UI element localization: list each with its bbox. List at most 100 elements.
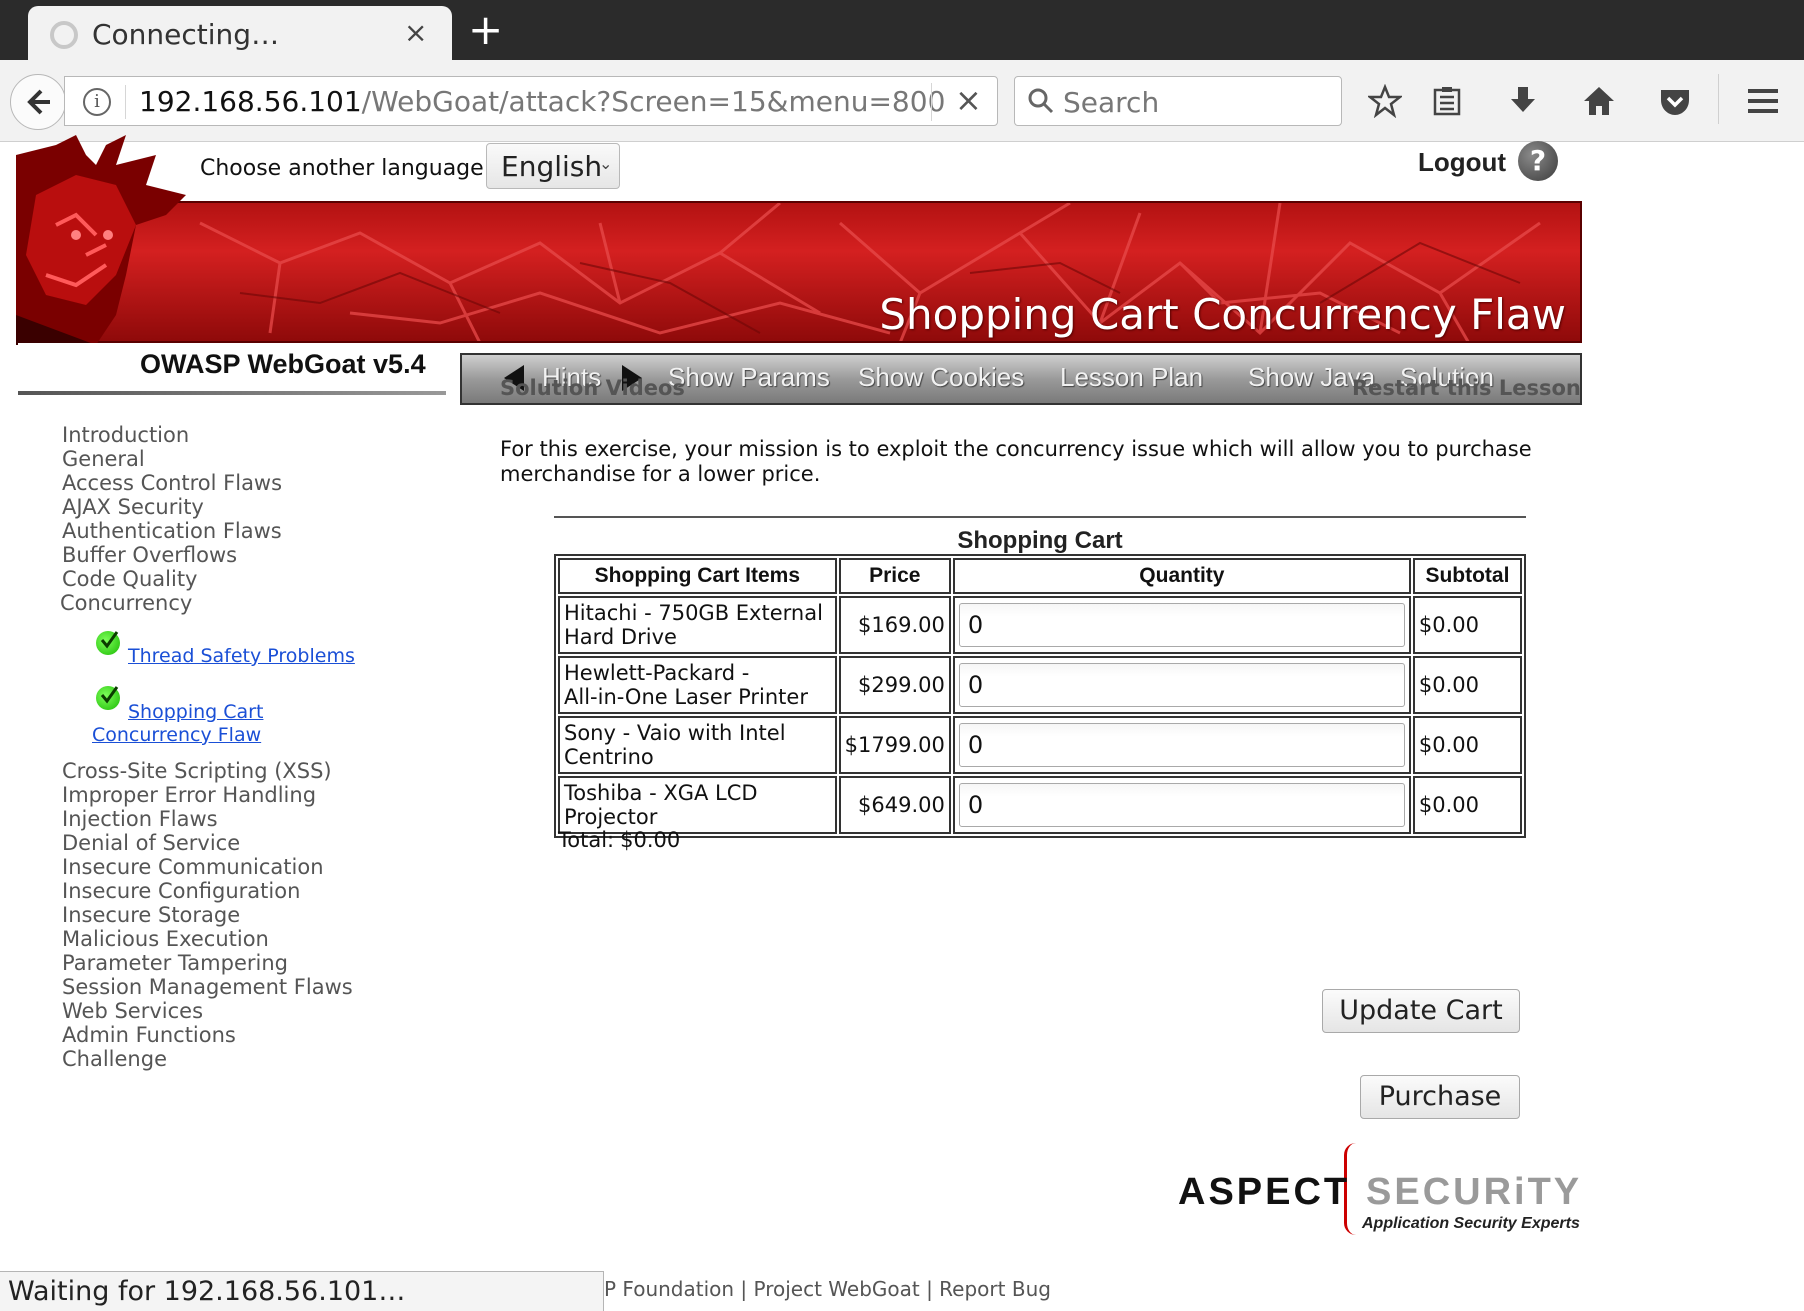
table-row: Toshiba - XGA LCDProjector $649.00 $0.00 [558,776,1522,834]
item-name-line-1: Toshiba - XGA LCD [564,781,758,805]
item-name: Hewlett-Packard - All-in-One Laser Printe… [558,656,837,714]
menu-item-improper-error-handling[interactable]: Improper Error Handling [62,783,316,807]
sub-link-concurrency-flaw[interactable]: Concurrency Flaw [92,724,261,746]
chevron-down-icon: ⌄ [599,154,613,173]
menu-item-parameter-tampering[interactable]: Parameter Tampering [62,951,288,975]
menu-item-buffer-overflows[interactable]: Buffer Overflows [62,543,237,567]
pocket-icon[interactable] [1652,78,1698,124]
quantity-input[interactable] [958,723,1405,767]
url-divider-2 [931,83,932,121]
menu-item-ajax-security[interactable]: AJAX Security [62,495,204,519]
menu-item-session-management-flaws[interactable]: Session Management Flaws [62,975,353,999]
menu-item-challenge[interactable]: Challenge [62,1047,167,1071]
column-header-subtotal: Subtotal [1412,558,1522,594]
stop-loading-icon[interactable]: × [955,81,982,119]
item-price: $1799.00 [838,716,951,774]
item-price: $299.00 [838,656,951,714]
quantity-input[interactable] [958,783,1405,827]
shopping-cart-table: Shopping Cart Items Price Quantity Subto… [554,554,1526,838]
item-subtotal: $0.00 [1412,596,1522,654]
table-row: Sony - Vaio with Intel Centrino $1799.00 … [558,716,1522,774]
show-cookies-button[interactable]: Show Cookies [858,362,1024,393]
search-input[interactable]: Search [1014,76,1342,126]
help-icon[interactable]: ? [1518,141,1558,181]
reading-list-icon[interactable] [1424,78,1470,124]
item-name-line-2: Projector [564,805,658,829]
menu-item-denial-of-service[interactable]: Denial of Service [62,831,240,855]
quantity-input[interactable] [958,663,1405,707]
table-row: Hewlett-Packard - All-in-One Laser Printe… [558,656,1522,714]
language-select[interactable]: English ⌄ [486,143,620,189]
menu-item-access-control-flaws[interactable]: Access Control Flaws [62,471,282,495]
item-quantity-cell [952,776,1411,834]
menu-item-insecure-storage[interactable]: Insecure Storage [62,903,240,927]
item-name-line-1: Hewlett-Packard - [564,661,750,685]
item-name-line-1: Sony - Vaio with Intel [564,721,786,745]
menu-item-authentication-flaws[interactable]: Authentication Flaws [62,519,282,543]
tab-close-icon[interactable]: × [404,16,427,49]
url-path: /WebGoat/attack?Screen=15&menu=800 [361,85,946,118]
loading-spinner-icon [50,21,78,49]
url-text[interactable]: 192.168.56.101/WebGoat/attack?Screen=15&… [139,85,945,118]
update-cart-button[interactable]: Update Cart [1322,989,1520,1033]
cart-divider [554,516,1526,518]
item-name-line-1: Hitachi - 750GB External [564,601,823,625]
footer-links[interactable]: P Foundation | Project WebGoat | Report … [604,1277,1051,1301]
version-label: OWASP WebGoat v5.4 [140,349,426,379]
menu-item-xss[interactable]: Cross-Site Scripting (XSS) [62,759,332,783]
menu-item-introduction[interactable]: Introduction [62,423,189,447]
column-header-quantity: Quantity [952,558,1411,594]
language-value: English [501,150,603,183]
search-placeholder: Search [1063,86,1160,119]
download-icon[interactable] [1500,78,1546,124]
url-divider [125,85,126,119]
menu-item-insecure-communication[interactable]: Insecure Communication [62,855,324,879]
tab-title: Connecting… [92,18,280,51]
mission-text: For this exercise, your mission is to ex… [500,437,1532,486]
hamburger-menu-icon[interactable] [1740,78,1786,124]
logo-tagline: Application Security Experts [1362,1215,1580,1232]
aspect-logo-wrapper [0,143,406,243]
menu-item-code-quality[interactable]: Code Quality [62,567,197,591]
item-name-line-2: All-in-One Laser Printer [564,685,808,709]
menu-item-insecure-configuration[interactable]: Insecure Configuration [62,879,300,903]
quantity-input[interactable] [958,603,1405,647]
logo-word-security: SECURiTY [1366,1171,1583,1213]
item-quantity-cell [952,596,1411,654]
url-bar[interactable]: i 192.168.56.101/WebGoat/attack?Screen=1… [64,76,998,126]
solution-videos-link[interactable]: Solution Videos [500,376,685,400]
menu-item-admin-functions[interactable]: Admin Functions [62,1023,236,1047]
item-price: $169.00 [838,596,951,654]
item-quantity-cell [952,716,1411,774]
menu-item-web-services[interactable]: Web Services [62,999,203,1023]
new-tab-button[interactable]: + [468,6,503,54]
lesson-plan-button[interactable]: Lesson Plan [1060,362,1203,393]
sub-link-shopping-cart[interactable]: Shopping Cart [128,701,263,723]
item-subtotal: $0.00 [1412,716,1522,774]
table-row: Hitachi - 750GB External Hard Drive $169.… [558,596,1522,654]
sub-link-thread-safety-problems[interactable]: Thread Safety Problems [128,645,355,667]
menu-item-malicious-execution[interactable]: Malicious Execution [62,927,269,951]
item-price: $649.00 [838,776,951,834]
item-subtotal: $0.00 [1412,656,1522,714]
menu-item-injection-flaws[interactable]: Injection Flaws [62,807,218,831]
browser-status-bar: Waiting for 192.168.56.101… [0,1271,604,1311]
back-button[interactable] [10,74,66,130]
menu-item-general[interactable]: General [62,447,145,471]
show-params-button[interactable]: Show Params [668,362,830,393]
logout-link[interactable]: Logout [1418,147,1506,178]
browser-nav-bar: i 192.168.56.101/WebGoat/attack?Screen=1… [0,60,1804,142]
column-header-price: Price [838,558,951,594]
webgoat-page: Choose another language: English ⌄ Logou… [0,135,1804,1311]
version-box: OWASP WebGoat v5.4 [18,343,448,391]
restart-lesson-link[interactable]: Restart this Lesson [1352,376,1581,400]
page-info-icon[interactable]: i [83,88,111,116]
search-icon [1028,88,1054,114]
item-subtotal: $0.00 [1412,776,1522,834]
home-icon[interactable] [1576,78,1622,124]
bookmark-star-icon[interactable] [1362,78,1408,124]
version-underline [18,391,446,395]
menu-item-concurrency[interactable]: Concurrency [60,591,192,615]
browser-tab-active[interactable]: Connecting… × [28,6,452,60]
purchase-button[interactable]: Purchase [1360,1075,1520,1119]
